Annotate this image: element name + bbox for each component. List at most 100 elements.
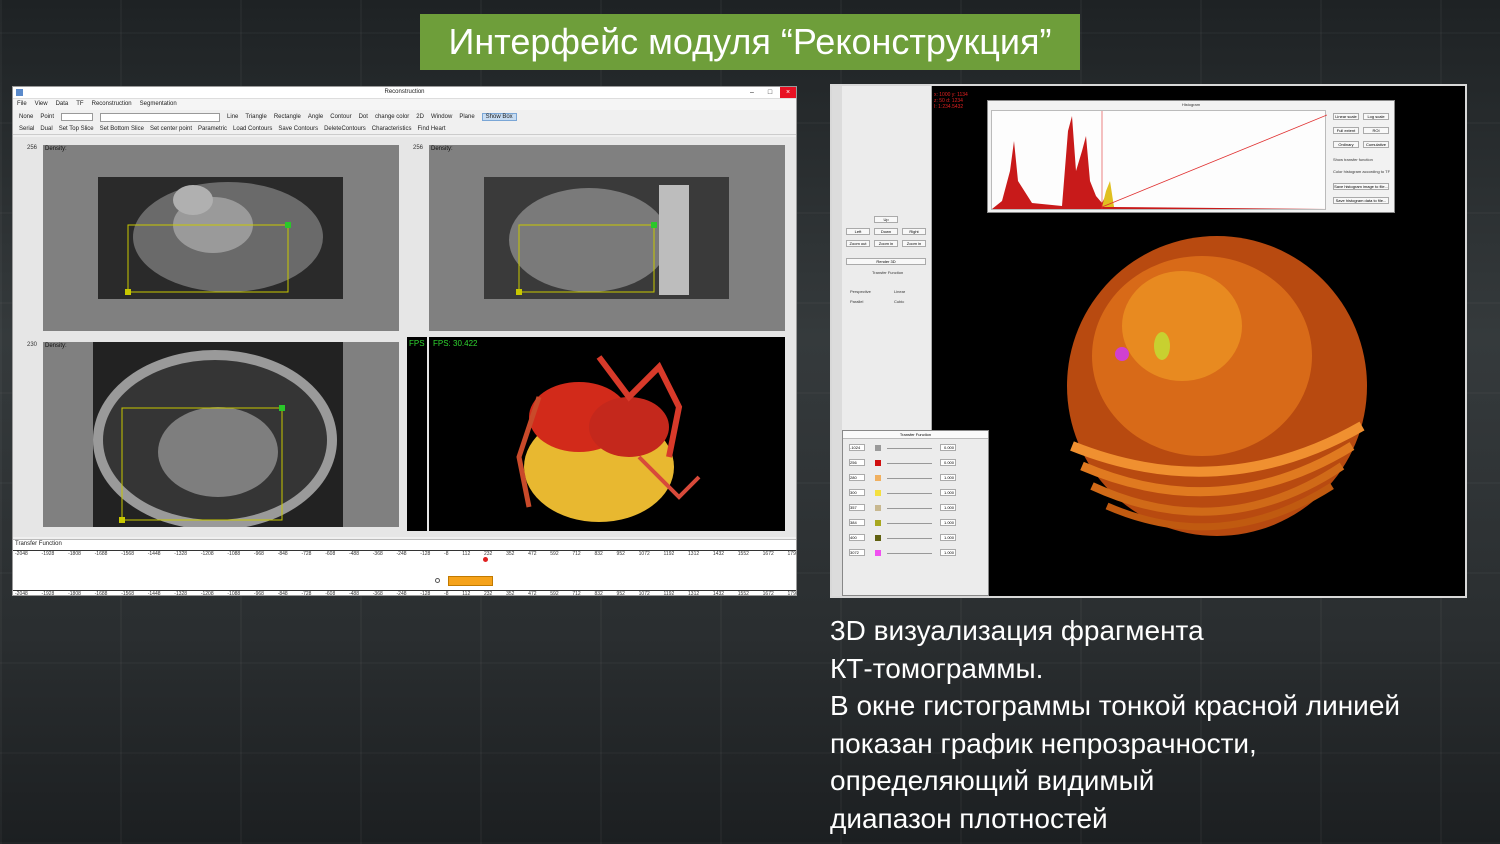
tf-opacity-value[interactable]: 1.000 [940, 534, 956, 541]
tf-density-value[interactable]: 384 [849, 519, 865, 526]
menu-view[interactable]: View [35, 101, 48, 108]
find-heart-button[interactable]: Find Heart [417, 126, 445, 132]
tf-color-swatch[interactable] [875, 550, 881, 556]
menu-segmentation[interactable]: Segmentation [140, 101, 177, 108]
ct-coronal-image [98, 177, 343, 299]
tool-input[interactable] [100, 112, 221, 122]
tool-none[interactable]: None [19, 114, 33, 120]
tf-opacity-range[interactable] [448, 576, 493, 586]
tool-rectangle[interactable]: Rectangle [274, 114, 301, 120]
menu-data[interactable]: Data [56, 101, 69, 108]
axial-view[interactable]: Density: [43, 342, 399, 527]
tf-opacity-value[interactable]: 1.000 [940, 474, 956, 481]
zoom-in-button[interactable]: Zoom in [874, 240, 898, 247]
save-hist-data-button[interactable]: Save histogram data to file... [1333, 197, 1389, 204]
tf-control-point-red[interactable] [483, 557, 488, 562]
tf-density-value[interactable]: 280 [849, 474, 865, 481]
tf-density-value[interactable]: -1024 [849, 444, 865, 451]
cumulative-button[interactable]: Cumulative [1363, 141, 1389, 148]
tf-color-swatch[interactable] [875, 520, 881, 526]
perspective-radio[interactable]: Perspective [850, 289, 871, 294]
tool-change-color[interactable]: change color [375, 114, 409, 120]
linear-radio[interactable]: Linear [894, 289, 905, 294]
tool-2d[interactable]: 2D [416, 114, 424, 120]
set-center-point-button[interactable]: Set center point [150, 126, 192, 132]
tf-color-swatch[interactable] [875, 445, 881, 451]
up-button[interactable]: Up [874, 216, 898, 223]
minimize-icon[interactable]: – [744, 87, 760, 98]
tf-density-value[interactable]: 300 [849, 489, 865, 496]
close-icon[interactable]: × [780, 87, 796, 98]
tf-density-value[interactable]: 3072 [849, 549, 865, 556]
tf-window-title: Transfer Function [843, 431, 988, 439]
tool-contour[interactable]: Contour [330, 114, 351, 120]
linear-scale-button[interactable]: Linear scale [1333, 113, 1359, 120]
tool-plane[interactable]: Plane [459, 114, 474, 120]
menu-file[interactable]: File [17, 101, 27, 108]
full-extent-button[interactable]: Full extent [1333, 127, 1359, 134]
right-button[interactable]: Right [902, 228, 926, 235]
tf-opacity-value[interactable]: 1.000 [940, 519, 956, 526]
tf-control-point[interactable] [435, 578, 440, 583]
tool-window[interactable]: Window [431, 114, 452, 120]
tool-line[interactable]: Line [227, 114, 238, 120]
tf-opacity-slider[interactable] [887, 463, 932, 464]
menu-reconstruction[interactable]: Reconstruction [92, 101, 132, 108]
delete-contours-button[interactable]: DeleteContours [324, 126, 366, 132]
render-3d-button[interactable]: Render 3D [846, 258, 926, 265]
roi-button[interactable]: ROI [1363, 127, 1389, 134]
tf-color-swatch[interactable] [875, 505, 881, 511]
show-box-button[interactable]: Show Box [481, 113, 517, 121]
tf-opacity-value[interactable]: 1.000 [940, 549, 956, 556]
coronal-view[interactable]: Density: [43, 145, 399, 331]
tf-density-value[interactable]: 357 [849, 504, 865, 511]
tf-density-value[interactable]: 256 [849, 459, 865, 466]
tool-triangle[interactable]: Triangle [245, 114, 266, 120]
characteristics-button[interactable]: Characteristics [372, 126, 412, 132]
histogram-plot[interactable] [991, 110, 1328, 210]
left-button[interactable]: Left [846, 228, 870, 235]
tool-select[interactable] [61, 113, 94, 121]
tf-opacity-slider[interactable] [887, 553, 932, 554]
tool-point[interactable]: Point [40, 114, 54, 120]
menu-tf[interactable]: TF [76, 101, 83, 108]
tf-color-swatch[interactable] [875, 535, 881, 541]
tf-opacity-value[interactable]: 0.000 [940, 444, 956, 451]
tf-density-value[interactable]: 400 [849, 534, 865, 541]
serial-button[interactable]: Serial [19, 126, 34, 132]
tool-angle[interactable]: Angle [308, 114, 323, 120]
tf-opacity-slider[interactable] [887, 478, 932, 479]
set-bottom-slice-button[interactable]: Set Bottom Slice [100, 126, 144, 132]
tf-opacity-slider[interactable] [887, 508, 932, 509]
tf-opacity-slider[interactable] [887, 448, 932, 449]
tf-color-swatch[interactable] [875, 490, 881, 496]
show-tf-checkbox[interactable]: Show transfer function [1333, 157, 1373, 162]
tf-color-swatch[interactable] [875, 475, 881, 481]
zoom-out-button[interactable]: Zoom out [846, 240, 870, 247]
tf-opacity-slider[interactable] [887, 493, 932, 494]
load-contours-button[interactable]: Load Contours [233, 126, 272, 132]
color-hist-checkbox[interactable]: Color histogram according to TF [1333, 169, 1390, 174]
ruler-tick-label: -1568 [121, 591, 134, 596]
parametric-button[interactable]: Parametric [198, 126, 227, 132]
parallel-radio[interactable]: Parallel [850, 299, 863, 304]
down-button[interactable]: Down [874, 228, 898, 235]
tf-color-swatch[interactable] [875, 460, 881, 466]
set-top-slice-button[interactable]: Set Top Slice [59, 126, 94, 132]
tool-dot[interactable]: Dot [359, 114, 368, 120]
dual-button[interactable]: Dual [40, 126, 52, 132]
sagittal-view[interactable]: Density: [429, 145, 785, 331]
ordinary-button[interactable]: Ordinary [1333, 141, 1359, 148]
tf-opacity-value[interactable]: 1.000 [940, 504, 956, 511]
tf-opacity-slider[interactable] [887, 538, 932, 539]
render-3d-view[interactable]: FPS: 30.422 [429, 337, 785, 531]
tf-opacity-value[interactable]: 1.000 [940, 489, 956, 496]
save-hist-image-button[interactable]: Save histogram image to file... [1333, 183, 1389, 190]
maximize-icon[interactable]: □ [762, 87, 778, 98]
cubic-radio[interactable]: Cubic [894, 299, 904, 304]
tf-opacity-value[interactable]: 0.000 [940, 459, 956, 466]
zoom-in-button-2[interactable]: Zoom in [902, 240, 926, 247]
log-scale-button[interactable]: Log scale [1363, 113, 1389, 120]
save-contours-button[interactable]: Save Contours [278, 126, 318, 132]
tf-opacity-slider[interactable] [887, 523, 932, 524]
